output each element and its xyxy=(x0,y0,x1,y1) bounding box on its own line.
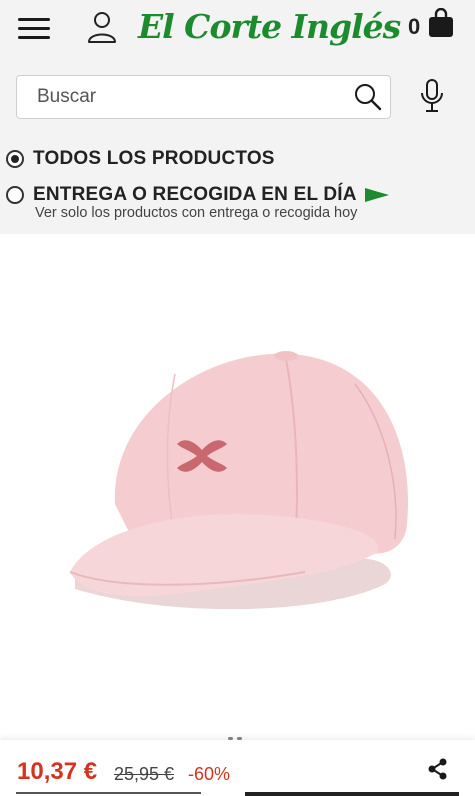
header: El Corte Inglés 0 xyxy=(0,0,475,64)
product-image[interactable] xyxy=(0,234,475,740)
current-price: 10,37 € xyxy=(17,758,98,785)
brand-logo[interactable]: El Corte Inglés xyxy=(138,4,401,50)
radio-all-products[interactable] xyxy=(6,150,24,168)
filter-same-day-delivery[interactable]: ENTREGA O RECOGIDA EN EL DÍA xyxy=(6,184,389,206)
filter-all-products-label: TODOS LOS PRODUCTOS xyxy=(33,148,275,169)
shopping-bag-icon[interactable] xyxy=(428,8,454,38)
microphone-icon[interactable] xyxy=(420,78,444,114)
search-area xyxy=(0,64,475,134)
search-input[interactable] xyxy=(17,76,337,118)
price-bar: 10,37 € 25,95 € -60% xyxy=(0,740,475,796)
cart-count[interactable]: 0 xyxy=(408,14,420,40)
bottom-divider-right xyxy=(245,792,459,796)
filter-same-day-label: ENTREGA O RECOGIDA EN EL DÍA xyxy=(33,184,357,205)
user-icon[interactable] xyxy=(86,10,118,44)
radio-same-day-delivery[interactable] xyxy=(6,186,24,204)
discount-badge: -60% xyxy=(188,764,231,784)
search-box[interactable] xyxy=(16,75,391,119)
pink-cap-image xyxy=(69,351,409,610)
filter-all-products[interactable]: TODOS LOS PRODUCTOS xyxy=(6,148,275,170)
delivery-filters: TODOS LOS PRODUCTOS ENTREGA O RECOGIDA E… xyxy=(0,134,475,234)
filter-same-day-sub: Ver solo los productos con entrega o rec… xyxy=(35,205,358,221)
menu-icon[interactable] xyxy=(18,16,52,42)
search-icon[interactable] xyxy=(354,83,382,111)
original-price: 25,95 € xyxy=(114,764,175,784)
green-flag-icon xyxy=(364,188,389,202)
bottom-divider-left xyxy=(16,792,201,794)
share-icon[interactable] xyxy=(428,758,448,780)
